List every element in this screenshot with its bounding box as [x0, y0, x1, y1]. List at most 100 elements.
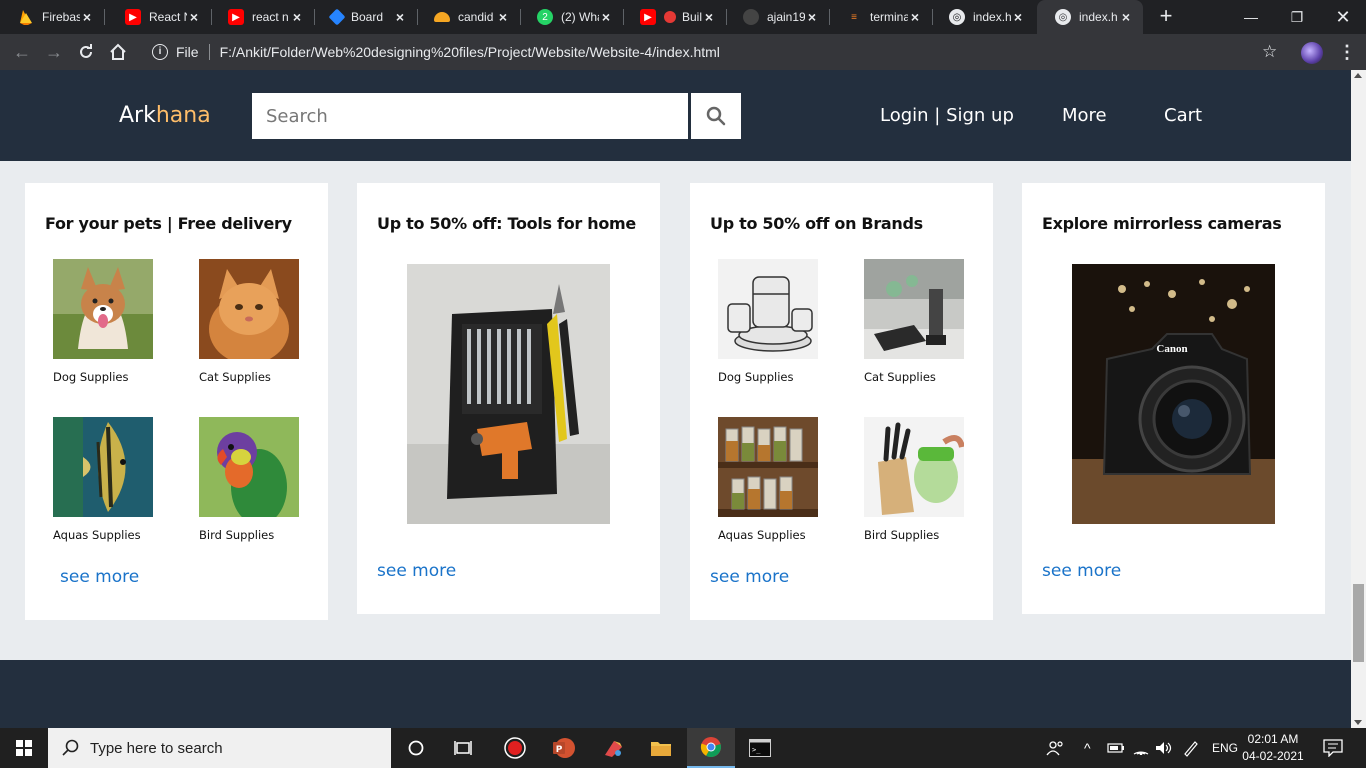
cat-image[interactable] [199, 259, 299, 359]
input-language[interactable]: ENG [1212, 728, 1238, 768]
start-button[interactable] [0, 728, 48, 768]
toolkit-image[interactable] [407, 264, 610, 524]
paint3d-app[interactable] [590, 728, 636, 768]
close-tab-icon[interactable]: × [80, 10, 94, 24]
browser-tab[interactable]: candid × [416, 0, 520, 34]
info-icon[interactable]: i [152, 44, 168, 60]
volume-icon[interactable] [1155, 728, 1173, 768]
product-tile[interactable]: Dog Supplies [53, 259, 153, 384]
close-tab-icon[interactable]: × [1011, 10, 1025, 24]
fish-image[interactable] [53, 417, 153, 517]
back-button[interactable]: ← [10, 40, 34, 64]
close-tab-icon[interactable]: × [187, 10, 201, 24]
new-tab-button[interactable]: + [1155, 5, 1177, 28]
tile-label: Dog Supplies [53, 370, 129, 384]
close-window-button[interactable]: ✕ [1320, 0, 1366, 34]
cortana-button[interactable] [393, 728, 439, 768]
scrollbar-thumb[interactable] [1353, 584, 1364, 662]
camera-image[interactable]: Canon [1072, 264, 1275, 524]
spice-jars-image[interactable] [718, 417, 818, 517]
site-logo[interactable]: Arkhana [119, 103, 211, 128]
tile-label: Aquas Supplies [718, 528, 806, 542]
people-icon[interactable] [1046, 728, 1064, 768]
file-explorer-app[interactable] [638, 728, 684, 768]
product-card-brands: Up to 50% off on Brands Dog Supplies Cat… [690, 183, 993, 620]
site-search-button[interactable] [691, 93, 741, 139]
system-clock[interactable]: 02:01 AM 04-02-2021 [1238, 731, 1308, 765]
profile-avatar[interactable] [1301, 42, 1323, 64]
notifications-icon[interactable] [1323, 728, 1343, 768]
close-tab-icon[interactable]: × [599, 10, 613, 24]
product-tile[interactable]: Bird Supplies [864, 417, 964, 542]
task-view-button[interactable] [440, 728, 486, 768]
scheme-label: File [176, 44, 199, 60]
browser-tab[interactable]: ≡ termina × [828, 0, 932, 34]
firebase-icon [18, 9, 34, 25]
browser-tab[interactable]: ▶ Buil × [622, 0, 726, 34]
show-hidden-icons-chevron-icon[interactable]: ^ [1084, 728, 1091, 768]
browser-tab[interactable]: Firebase × [0, 0, 104, 34]
close-tab-icon[interactable]: × [1119, 10, 1133, 24]
chrome-app[interactable] [687, 728, 735, 768]
see-more-link[interactable]: see more [377, 561, 456, 581]
tile-label: Bird Supplies [199, 528, 275, 542]
close-tab-icon[interactable]: × [805, 10, 819, 24]
see-more-link[interactable]: see more [60, 567, 139, 587]
pen-workspace-icon[interactable] [1182, 728, 1200, 768]
browser-tab[interactable]: ◎ index.h × [931, 0, 1035, 34]
cart-link[interactable]: Cart [1164, 105, 1202, 126]
close-tab-icon[interactable]: × [496, 10, 510, 24]
browser-tab[interactable]: 2 (2) Wha × [519, 0, 623, 34]
product-tile[interactable]: Bird Supplies [199, 417, 299, 542]
browser-tab-active[interactable]: ◎ index.h × [1037, 0, 1143, 34]
address-bar[interactable]: i File F:/Ankit/Folder/Web%20designing%2… [140, 38, 1290, 66]
forward-button[interactable]: → [42, 40, 66, 64]
dog-image[interactable] [53, 259, 153, 359]
login-signup-link[interactable]: Login | Sign up [880, 105, 1014, 126]
terminal-app[interactable]: >_ [737, 728, 783, 768]
battery-icon[interactable] [1107, 728, 1125, 768]
site-footer [0, 660, 1351, 728]
browser-tab[interactable]: ajain19 × [725, 0, 829, 34]
bookmark-star-icon[interactable]: ☆ [1262, 42, 1277, 62]
url-text[interactable]: F:/Ankit/Folder/Web%20designing%20files/… [220, 44, 720, 60]
reload-button[interactable] [74, 40, 98, 64]
minimize-button[interactable]: — [1228, 0, 1274, 34]
browser-tab[interactable]: ▶ react n × [210, 0, 314, 34]
site-search-input[interactable] [252, 93, 688, 139]
product-tile[interactable]: Cat Supplies [864, 259, 964, 384]
product-tile[interactable]: Aquas Supplies [718, 417, 818, 542]
browser-menu-icon[interactable]: ⋮ [1338, 41, 1356, 63]
screen-recorder-app[interactable] [492, 728, 538, 768]
wifi-icon[interactable] [1132, 728, 1150, 768]
close-tab-icon[interactable]: × [290, 10, 304, 24]
product-tile[interactable]: Dog Supplies [718, 259, 818, 384]
taskbar-search-box[interactable]: Type here to search [48, 728, 391, 768]
close-tab-icon[interactable]: × [702, 10, 716, 24]
close-tab-icon[interactable]: × [393, 10, 407, 24]
more-link[interactable]: More [1062, 105, 1107, 126]
home-button[interactable] [106, 40, 130, 64]
restore-button[interactable]: ❐ [1274, 0, 1320, 34]
product-tile[interactable]: Aquas Supplies [53, 417, 153, 542]
logo-accent-text: hana [155, 103, 211, 128]
browser-tab[interactable]: ▶ React N × [107, 0, 211, 34]
browser-tab[interactable]: Board × [313, 0, 417, 34]
dinnerware-image[interactable] [718, 259, 818, 359]
search-icon [62, 739, 79, 756]
see-more-link[interactable]: see more [1042, 561, 1121, 581]
tab-title: index.h [973, 10, 1011, 24]
youtube-icon: ▶ [640, 9, 656, 25]
knife-block-image[interactable] [864, 417, 964, 517]
powerpoint-app[interactable]: P [540, 728, 586, 768]
product-tile[interactable]: Cat Supplies [199, 259, 299, 384]
parrot-image[interactable] [199, 417, 299, 517]
see-more-link[interactable]: see more [710, 567, 789, 587]
kitchen-appliance-image[interactable] [864, 259, 964, 359]
page-viewport: Arkhana Login | Sign up More Cart For yo… [0, 70, 1351, 728]
scroll-down-arrow-icon[interactable] [1354, 720, 1362, 725]
product-card-cameras: Explore mirrorless cameras Canon see mor… [1022, 183, 1325, 614]
scroll-up-arrow-icon[interactable] [1354, 73, 1362, 78]
close-tab-icon[interactable]: × [908, 10, 922, 24]
page-scrollbar[interactable] [1351, 70, 1366, 728]
